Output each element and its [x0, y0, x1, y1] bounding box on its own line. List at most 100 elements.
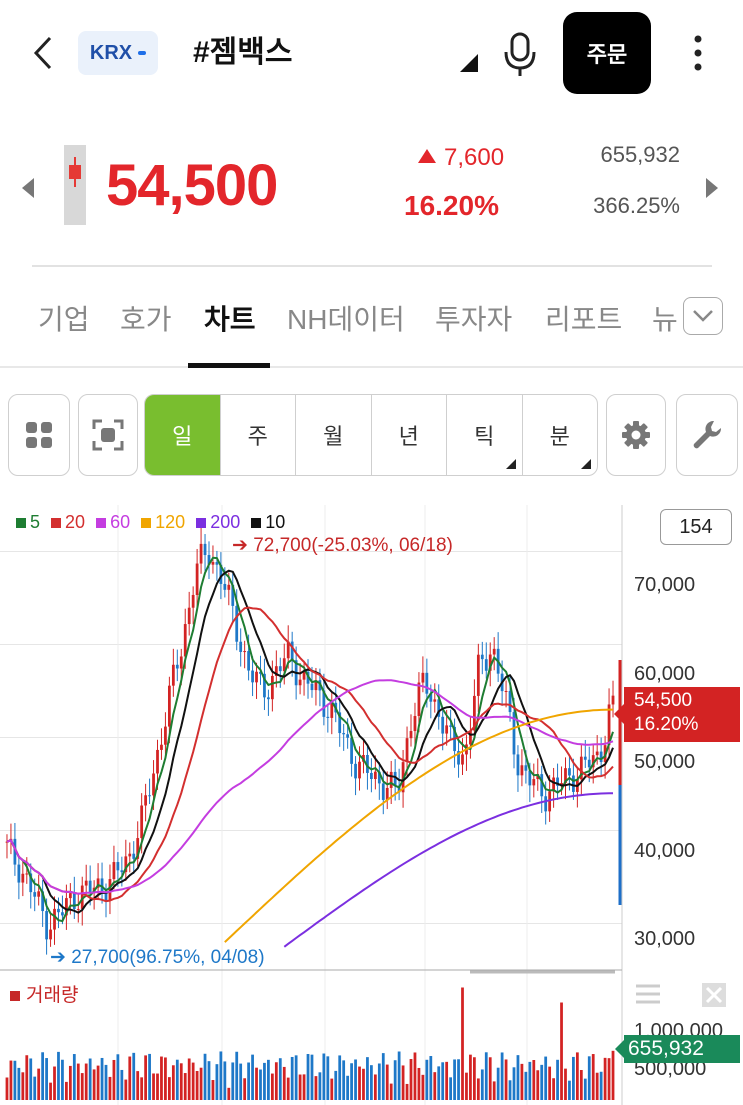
volume-bar — [231, 1062, 235, 1100]
mini-candle-icon — [64, 145, 86, 225]
y-axis-label: 40,000 — [634, 840, 696, 862]
tab-chart[interactable]: 차트 — [204, 298, 256, 338]
volume-bar — [76, 1063, 80, 1100]
volume-bar — [611, 1050, 615, 1100]
candle-body — [239, 641, 243, 652]
volume-bar — [160, 1056, 163, 1100]
candle-body — [492, 648, 496, 655]
volume-bar — [556, 1059, 559, 1100]
minimize-icon[interactable] — [636, 984, 660, 1004]
layout-grid-button[interactable] — [8, 394, 70, 476]
volume-bar — [445, 1061, 449, 1100]
min-price-note-text: 27,700(96.75%, 04/08) — [71, 947, 265, 968]
volume-legend: 거래량 — [10, 980, 78, 1007]
tabs-expand-button[interactable] — [683, 297, 723, 335]
volume-bar — [243, 1078, 247, 1100]
volume-bar — [191, 1062, 195, 1100]
price-tag-pct: 16.20% — [634, 714, 699, 735]
volume-bar — [187, 1058, 191, 1100]
volume-bar — [560, 1002, 563, 1100]
capture-button[interactable] — [78, 394, 138, 476]
tools-button[interactable] — [676, 394, 738, 476]
volume-bar — [409, 1059, 413, 1100]
candle-body — [21, 873, 25, 883]
candle-body — [53, 908, 56, 930]
tab-orderbook[interactable]: 호가 — [120, 298, 172, 338]
stock-name[interactable]: #젬백스 — [193, 30, 293, 76]
volume-bar — [247, 1062, 250, 1100]
order-button[interactable]: 주문 — [563, 12, 651, 94]
candle-body — [572, 775, 575, 792]
prev-stock-arrow-icon[interactable] — [22, 178, 34, 198]
volume-bar — [21, 1072, 25, 1100]
volume-bar — [532, 1060, 536, 1100]
volume-bar — [29, 1058, 33, 1100]
volume-bar — [302, 1074, 306, 1100]
y-axis-label: 60,000 — [634, 663, 696, 685]
candle-body — [405, 738, 409, 763]
period-month[interactable]: 월 — [296, 395, 372, 475]
tab-news[interactable]: 뉴 — [652, 298, 680, 338]
volume-bar — [326, 1056, 330, 1100]
candle-body — [587, 759, 591, 768]
volume-bar — [587, 1056, 591, 1100]
volume-bar — [607, 1058, 611, 1100]
tab-report[interactable]: 리포트 — [545, 298, 622, 338]
volume-bar — [282, 1066, 286, 1100]
more-button[interactable] — [683, 30, 713, 76]
volume-bar — [393, 1060, 397, 1100]
period-week[interactable]: 주 — [221, 395, 296, 475]
tab-bar: 기업 호가 차트 NH데이터 투자자 리포트 뉴 — [0, 290, 743, 368]
candle-body — [227, 584, 231, 590]
price-tag-price: 54,500 — [634, 690, 693, 711]
candle-body — [433, 699, 437, 702]
volume-bar — [488, 1057, 492, 1100]
volume-bar — [465, 1072, 468, 1100]
volume-bar — [53, 1066, 56, 1100]
market-badge[interactable]: KRX — [78, 31, 158, 75]
tab-nh-data[interactable]: NH데이터 — [287, 298, 405, 338]
volume-bar — [104, 1064, 108, 1100]
candle-body — [373, 771, 377, 780]
tab-company[interactable]: 기업 — [38, 298, 90, 338]
volume-bar — [496, 1067, 500, 1100]
volume-bar — [338, 1055, 342, 1100]
period-tick[interactable]: 틱 — [447, 395, 523, 475]
volume-bar — [124, 1079, 128, 1100]
volume-bar — [536, 1070, 540, 1100]
candle-body — [17, 864, 21, 883]
candle-count-box[interactable]: 154 — [660, 509, 732, 545]
volume-bar — [164, 1057, 167, 1100]
volume-bar — [421, 1074, 425, 1100]
candle-body — [599, 751, 603, 763]
dropdown-corner-icon — [505, 459, 516, 469]
volume-bar — [377, 1063, 381, 1100]
volume-bar — [171, 1065, 175, 1100]
legend-ma5: 5 — [30, 512, 41, 532]
volume-bar — [5, 1077, 9, 1100]
volume-bar — [167, 1077, 171, 1100]
legend-ma60: 60 — [110, 512, 131, 532]
period-minute[interactable]: 분 — [523, 395, 598, 475]
next-stock-arrow-icon[interactable] — [706, 178, 718, 198]
settings-button[interactable] — [606, 394, 666, 476]
current-price: 54,500 — [106, 153, 278, 218]
volume-bar — [346, 1075, 350, 1100]
dropdown-corner-icon[interactable] — [460, 54, 478, 72]
volume-bar — [207, 1061, 211, 1100]
volume-bar — [9, 1060, 13, 1100]
candle-body — [278, 666, 282, 672]
period-year[interactable]: 년 — [372, 395, 447, 475]
mic-button[interactable] — [500, 30, 540, 78]
volume-bar — [429, 1056, 433, 1100]
volume-bar — [255, 1067, 258, 1100]
price-chart[interactable] — [0, 505, 743, 1105]
period-minute-label: 분 — [549, 424, 570, 449]
back-button[interactable] — [28, 30, 62, 76]
close-icon[interactable] — [702, 983, 726, 1007]
volume-bar — [128, 1056, 132, 1100]
period-day[interactable]: 일 — [145, 395, 221, 475]
tab-investor[interactable]: 투자자 — [435, 298, 512, 338]
volume-bar — [322, 1053, 326, 1100]
volume-bar — [96, 1065, 100, 1100]
